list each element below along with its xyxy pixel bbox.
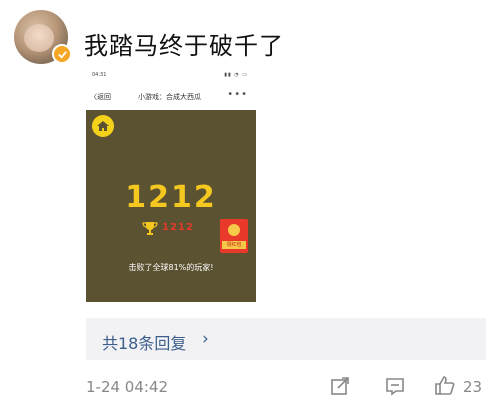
status-time: 04:31 [92,72,107,78]
verified-icon [52,44,72,64]
home-icon [92,115,114,137]
comment-icon[interactable] [385,376,405,396]
back-button: 〈返回 [90,93,111,101]
post-text: 我踏马终于破千了 [84,32,284,60]
beat-text: 击败了全球81%的玩家! [128,263,214,272]
best-score: 1212 [162,222,194,233]
chevron-right-icon: › [202,329,209,349]
game-score: 1212 [125,180,217,215]
avatar[interactable] [14,10,72,64]
like-count: 23 [463,378,483,396]
post-image[interactable]: 04:31 ▮▮ ◔ ▭ 〈返回 小游戏：合成大西瓜 ••• 1212 1212… [86,68,256,302]
like-icon[interactable] [434,374,456,396]
redpacket-label: 领红包 [222,241,246,249]
mini-game-title: 小游戏：合成大西瓜 [138,93,201,101]
avatar-face [24,24,54,52]
post-date: 1-24 04:42 [86,378,169,396]
trophy-icon [142,222,158,235]
more-icon: ••• [227,89,248,100]
screenshot-header: 04:31 ▮▮ ◔ ▭ 〈返回 小游戏：合成大西瓜 ••• [86,68,256,110]
replies-label: 共18条回复 [102,334,187,353]
share-icon[interactable] [330,376,350,396]
redpacket-coin [228,224,240,236]
status-icons: ▮▮ ◔ ▭ [224,72,248,78]
replies-link[interactable]: 共18条回复 › [86,318,486,360]
redpacket-icon: 领红包 [220,219,248,253]
